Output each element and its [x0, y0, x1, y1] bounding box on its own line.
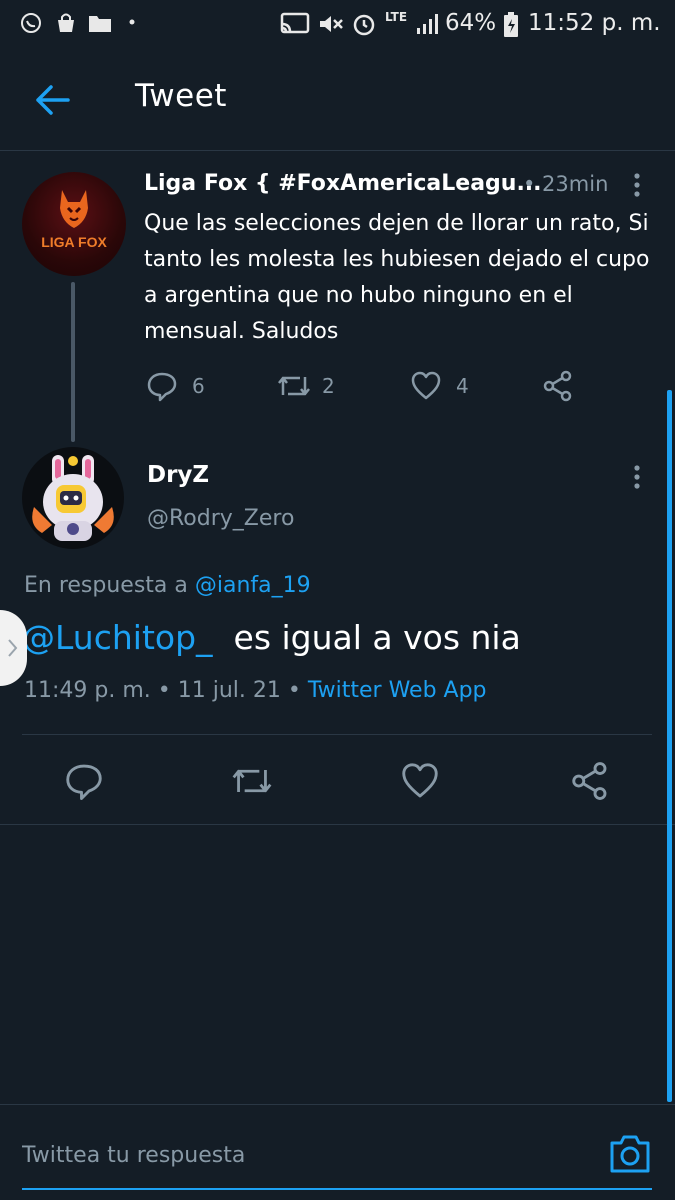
back-button[interactable] [32, 80, 76, 120]
retweet-button[interactable] [228, 755, 276, 807]
avatar-logo-text: LIGA FOX [41, 234, 107, 250]
whatsapp-icon [20, 12, 42, 39]
page-title: Tweet [135, 78, 227, 114]
fox-logo-icon [60, 190, 88, 228]
battery-icon [503, 12, 519, 43]
more-vertical-icon [634, 173, 640, 197]
dot-icon [128, 8, 136, 35]
tweet-body: es igual a vos nia [212, 618, 521, 657]
reply-input[interactable] [22, 1135, 582, 1175]
divider [0, 1104, 675, 1105]
replying-to-mention[interactable]: @ianfa_19 [195, 573, 311, 598]
divider [0, 824, 675, 825]
tweet-menu-button[interactable] [628, 462, 646, 492]
share-icon [543, 370, 572, 402]
reply-icon [147, 372, 177, 402]
status-bar: LTE 64% 11:52 p. m. [0, 0, 675, 50]
tweet-meta: 11:49 p. m. • 11 jul. 21 • Twitter Web A… [24, 678, 487, 703]
author-name[interactable]: Liga Fox { #FoxAmericaLeagu... [144, 171, 542, 196]
mute-icon [318, 12, 344, 41]
reply-icon [66, 764, 102, 800]
tweet-timestamp: 11:49 p. m. [24, 678, 151, 703]
camera-button[interactable] [607, 1133, 653, 1175]
thread-connector [71, 282, 75, 442]
tweet-source-link[interactable]: Twitter Web App [308, 678, 487, 703]
shopping-bag-icon [55, 12, 77, 39]
tweet-actions: 6 2 4 [144, 366, 604, 406]
share-icon [572, 762, 607, 800]
tweet-text: Que las selecciones dejen de llorar un r… [144, 211, 650, 344]
like-icon [411, 371, 441, 400]
retweet-icon [278, 376, 310, 396]
scrollbar[interactable] [667, 390, 672, 1102]
tweet-text: @Luchitop_ es igual a vos nia [22, 618, 521, 657]
share-button[interactable] [540, 366, 580, 406]
app-header: Tweet [0, 50, 675, 151]
network-type: LTE [385, 10, 408, 24]
retweet-button[interactable]: 2 [276, 366, 356, 406]
retweet-count: 2 [322, 374, 335, 398]
more-vertical-icon [634, 465, 640, 489]
replying-to: En respuesta a @ianfa_19 [24, 573, 311, 598]
cast-icon [280, 12, 310, 41]
share-button[interactable] [568, 755, 612, 807]
like-count: 4 [456, 374, 469, 398]
author-name[interactable]: DryZ [147, 462, 209, 488]
reply-button[interactable] [62, 755, 106, 807]
reply-button[interactable]: 6 [144, 366, 224, 406]
folder-icon [88, 12, 112, 39]
like-button[interactable]: 4 [408, 366, 488, 406]
author-handle[interactable]: @Rodry_Zero [147, 506, 294, 531]
tweet-date: • 11 jul. 21 • [150, 678, 308, 703]
battery-percent: 64% [445, 10, 497, 36]
replying-to-label: En respuesta a [24, 573, 195, 598]
like-button[interactable] [398, 755, 442, 807]
chevron-right-icon [8, 639, 18, 657]
alarm-icon [352, 12, 376, 41]
mention-link[interactable]: @Luchitop_ [22, 618, 213, 657]
like-icon [402, 763, 438, 798]
camera-icon [610, 1135, 650, 1173]
signal-icon [415, 12, 441, 41]
back-arrow-icon [36, 85, 70, 115]
retweet-icon [232, 769, 272, 793]
liga-fox-avatar[interactable]: LIGA FOX [22, 172, 126, 276]
input-underline [22, 1188, 652, 1190]
divider [22, 734, 652, 735]
clock-time: 11:52 p. m. [528, 10, 661, 36]
tweet-actions [0, 755, 675, 807]
tweet-menu-button[interactable] [628, 170, 646, 200]
dryz-avatar[interactable] [22, 447, 124, 549]
tweet-time: • 23min [523, 172, 609, 196]
robot-avatar-icon [32, 455, 114, 541]
reply-count: 6 [192, 374, 205, 398]
